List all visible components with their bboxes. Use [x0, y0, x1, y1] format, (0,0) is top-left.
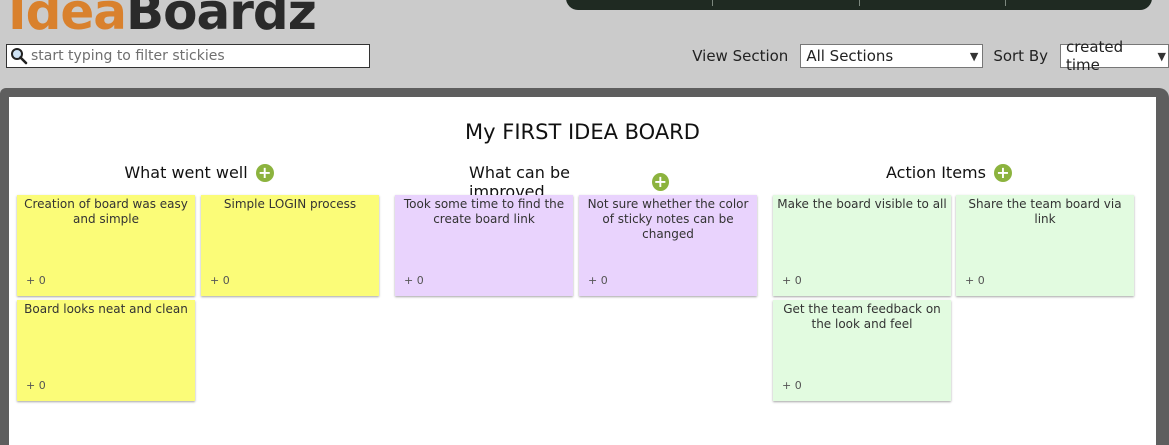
vote-count[interactable]: + 0	[210, 273, 230, 288]
board-title: My FIRST IDEA BOARD	[465, 120, 700, 144]
plus-circle-icon[interactable]: +	[255, 163, 274, 182]
top-nav-item[interactable]	[860, 0, 1007, 6]
search-input[interactable]	[28, 48, 358, 64]
sticky-note[interactable]: Board looks neat and clean + 0	[17, 300, 195, 401]
search-box[interactable]	[6, 44, 370, 68]
top-nav-bar	[566, 0, 1152, 10]
vote-count[interactable]: + 0	[782, 273, 802, 288]
sticky-note[interactable]: Get the team feedback on the look and fe…	[773, 300, 951, 401]
sort-by-select[interactable]: created time ▼	[1060, 38, 1169, 74]
sticky-note[interactable]: Simple LOGIN process + 0	[201, 195, 379, 296]
plus-circle-icon[interactable]: +	[651, 173, 669, 191]
sticky-text: Creation of board was easy and simple	[24, 197, 188, 226]
logo-boardz-text: Boardz	[126, 0, 317, 41]
sticky-note[interactable]: Share the team board via link + 0	[956, 195, 1134, 296]
top-nav-item[interactable]	[566, 0, 713, 6]
column-title: Action Items	[886, 163, 986, 182]
sticky-note[interactable]: Took some time to find the create board …	[395, 195, 573, 296]
sort-by-label: Sort By	[993, 47, 1048, 65]
logo[interactable]: IdeaBoardz	[8, 0, 317, 42]
view-section-select[interactable]: All Sections ▼	[800, 44, 984, 68]
view-section-label: View Section	[692, 47, 789, 65]
vote-count[interactable]: + 0	[965, 273, 985, 288]
board-canvas: My FIRST IDEA BOARD What went well + Wha…	[9, 97, 1156, 445]
column-header-went-well: What went well +	[109, 163, 289, 182]
sticky-text: Not sure whether the color of sticky not…	[587, 197, 749, 241]
sticky-text: Simple LOGIN process	[223, 197, 357, 211]
sticky-text: Board looks neat and clean	[24, 302, 188, 316]
vote-count[interactable]: + 0	[26, 378, 46, 393]
column-title: What went well	[124, 163, 248, 182]
chevron-down-icon: ▼	[969, 49, 979, 63]
column-header-action-items: Action Items +	[869, 163, 1029, 182]
logo-idea-text: Idea	[8, 0, 127, 41]
sticky-text: Share the team board via link	[968, 197, 1122, 226]
vote-count[interactable]: + 0	[782, 378, 802, 393]
sort-by-value: created time	[1066, 38, 1124, 74]
search-icon	[11, 48, 28, 65]
top-nav-item[interactable]	[713, 0, 860, 6]
chevron-down-icon: ▼	[1157, 49, 1166, 63]
sticky-text: Took some time to find the create board …	[403, 197, 565, 226]
view-section-value: All Sections	[806, 47, 894, 65]
sticky-note[interactable]: Creation of board was easy and simple + …	[17, 195, 195, 296]
sticky-text: Get the team feedback on the look and fe…	[783, 302, 941, 331]
top-nav-item[interactable]	[1006, 0, 1152, 6]
vote-count[interactable]: + 0	[404, 273, 424, 288]
board-controls: View Section All Sections ▼ Sort By crea…	[692, 38, 1169, 74]
plus-circle-icon[interactable]: +	[993, 163, 1012, 182]
sticky-note[interactable]: Not sure whether the color of sticky not…	[579, 195, 757, 296]
sticky-note[interactable]: Make the board visible to all + 0	[773, 195, 951, 296]
vote-count[interactable]: + 0	[588, 273, 608, 288]
sticky-text: Make the board visible to all	[777, 197, 947, 211]
vote-count[interactable]: + 0	[26, 273, 46, 288]
board-frame: My FIRST IDEA BOARD What went well + Wha…	[0, 88, 1169, 445]
